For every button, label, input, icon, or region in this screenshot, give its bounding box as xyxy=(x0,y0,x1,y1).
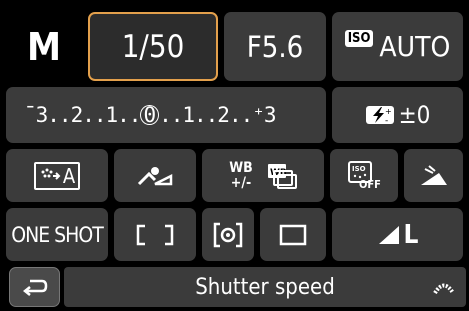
picture-style-label: A xyxy=(62,163,76,188)
aperture-tile[interactable]: F5.6 xyxy=(224,12,326,81)
back-button[interactable] xyxy=(9,267,60,307)
quality-size-label: L xyxy=(403,219,419,250)
exposure-scale-zero: 0 xyxy=(140,105,160,126)
single-shot-icon xyxy=(279,224,307,246)
metering-mode-tile[interactable] xyxy=(202,208,254,261)
status-label: Shutter speed xyxy=(195,274,335,300)
high-iso-nr-suffix: OFF xyxy=(359,177,381,191)
return-arrow-icon xyxy=(22,277,48,297)
shooting-mode[interactable]: M xyxy=(6,12,82,81)
svg-text:-: - xyxy=(385,116,388,126)
af-area-tile[interactable] xyxy=(114,208,196,261)
drive-mode-tile[interactable] xyxy=(260,208,326,261)
high-iso-nr-tile[interactable]: ISO OFF xyxy=(330,149,398,202)
svg-text:ISO: ISO xyxy=(352,165,366,173)
flash-comp-value: ±0 xyxy=(398,101,431,129)
picture-style-tile[interactable]: A xyxy=(6,149,108,202)
wb-shift-tile[interactable]: WB +/- WB xyxy=(202,149,324,202)
exposure-scale-left: ¯3..2..1.. xyxy=(24,103,141,127)
aperture-value: F5.6 xyxy=(246,29,304,64)
svg-text:+: + xyxy=(385,107,392,116)
quick-control-screen: M 1/50 F5.6 ISO AUTO ¯3..2..1.. 0 ..1..2… xyxy=(0,0,469,311)
iso-tile[interactable]: ISO AUTO xyxy=(332,12,463,81)
wb-bracket-icon: WB xyxy=(267,163,297,189)
af-operation-tile[interactable]: ONE SHOT xyxy=(6,208,108,261)
exposure-scale-right: ..1..2..⁺3 xyxy=(159,103,276,127)
shooting-mode-label: M xyxy=(26,24,62,69)
af-operation-label: ONE SHOT xyxy=(11,222,104,247)
shutter-speed-tile[interactable]: 1/50 xyxy=(88,12,218,81)
wb-shift-label: WB +/- xyxy=(229,159,253,191)
exposure-level-scale[interactable]: ¯3..2..1.. 0 ..1..2..⁺3 xyxy=(6,87,326,143)
metering-icon xyxy=(213,222,243,248)
high-iso-nr-icon: ISO OFF xyxy=(347,160,381,192)
flash-comp-icon: + - xyxy=(365,103,395,127)
status-bar: Shutter speed xyxy=(64,267,466,307)
wb-auto-icon xyxy=(135,164,175,188)
flash-exposure-comp-tile[interactable]: + - ±0 xyxy=(332,87,463,143)
image-quality-tile[interactable]: L xyxy=(332,208,463,261)
shutter-speed-value: 1/50 xyxy=(121,28,185,65)
quality-fine-icon xyxy=(377,224,401,246)
wb-shift-bottom: +/- xyxy=(230,174,252,191)
dial-icon xyxy=(432,278,456,296)
iso-value: AUTO xyxy=(379,30,451,63)
white-balance-tile[interactable] xyxy=(114,149,196,202)
auto-lighting-optimizer-tile[interactable] xyxy=(404,149,463,202)
af-area-icon xyxy=(135,223,175,247)
wb-shift-top: WB xyxy=(229,159,253,176)
bottom-bar: Shutter speed xyxy=(0,264,469,311)
iso-badge: ISO xyxy=(344,30,374,47)
alo-icon xyxy=(419,164,449,187)
picture-style-icon: A xyxy=(33,161,81,190)
